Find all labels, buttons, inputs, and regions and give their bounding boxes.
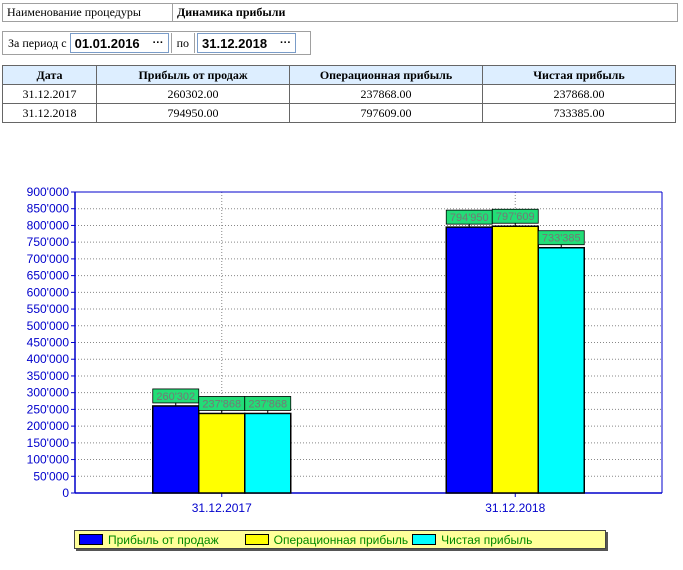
table-cell[interactable]: 794950.00 bbox=[96, 103, 290, 123]
to-date-field[interactable]: 31.12.2018 ··· bbox=[197, 33, 297, 53]
legend-label: Прибыль от продаж bbox=[108, 532, 219, 547]
legend-label: Чистая прибыль bbox=[441, 532, 533, 547]
to-date-value: 31.12.2018 bbox=[202, 35, 268, 51]
bar bbox=[152, 405, 200, 494]
period-filter: За период с 01.01.2016 ··· по 31.12.2018… bbox=[2, 31, 311, 55]
table-cell[interactable]: 797609.00 bbox=[289, 103, 483, 123]
table-row[interactable]: 31.12.2017 260302.00 237868.00 237868.00 bbox=[2, 84, 676, 104]
legend-swatch bbox=[412, 534, 437, 545]
period-to-label: по bbox=[170, 33, 196, 53]
bar bbox=[244, 412, 292, 494]
procedure-row: Наименование процедуры Динамика прибыли bbox=[2, 3, 678, 22]
data-label: 794'950 bbox=[450, 212, 489, 224]
y-tick-label: 450'000 bbox=[27, 336, 70, 350]
from-date-picker-icon[interactable]: ··· bbox=[153, 37, 164, 49]
column-header-sales-profit[interactable]: Прибыль от продаж bbox=[96, 65, 290, 85]
x-tick-label: 31.12.2018 bbox=[485, 501, 545, 515]
y-tick-label: 0 bbox=[62, 486, 69, 500]
table-cell[interactable]: 733385.00 bbox=[482, 103, 676, 123]
bar bbox=[198, 412, 246, 494]
data-label: 237'868 bbox=[248, 398, 287, 410]
y-tick-label: 750'000 bbox=[27, 235, 70, 249]
legend-label: Операционная прибыль bbox=[273, 532, 409, 547]
y-tick-label: 100'000 bbox=[27, 453, 70, 467]
data-label: 797'609 bbox=[496, 211, 535, 223]
y-tick-label: 800'000 bbox=[27, 218, 70, 232]
table-cell[interactable]: 260302.00 bbox=[96, 84, 290, 104]
legend-swatch bbox=[79, 534, 103, 545]
bar bbox=[537, 246, 585, 494]
y-tick-label: 300'000 bbox=[27, 386, 70, 400]
column-header-net-profit[interactable]: Чистая прибыль bbox=[482, 65, 676, 85]
bar bbox=[445, 226, 493, 494]
y-tick-label: 350'000 bbox=[27, 369, 70, 383]
table-cell[interactable]: 31.12.2017 bbox=[2, 84, 97, 104]
procedure-value: Динамика прибыли bbox=[177, 5, 286, 19]
table-cell[interactable]: 237868.00 bbox=[289, 84, 483, 104]
legend-item-sales-profit: Прибыль от продаж bbox=[79, 533, 219, 547]
y-tick-label: 200'000 bbox=[27, 419, 70, 433]
from-date-field[interactable]: 01.01.2016 ··· bbox=[69, 33, 169, 53]
bar bbox=[491, 225, 539, 494]
y-tick-label: 500'000 bbox=[27, 319, 70, 333]
y-tick-label: 850'000 bbox=[27, 202, 70, 216]
x-tick-label: 31.12.2017 bbox=[192, 501, 252, 515]
table-cell[interactable]: 237868.00 bbox=[482, 84, 676, 104]
to-date-picker-icon[interactable]: ··· bbox=[280, 37, 291, 49]
y-tick-label: 600'000 bbox=[27, 285, 70, 299]
column-header-operating-profit[interactable]: Операционная прибыль bbox=[289, 65, 483, 85]
y-tick-label: 250'000 bbox=[27, 402, 70, 416]
profit-table: Дата Прибыль от продаж Операционная приб… bbox=[2, 65, 676, 123]
legend-item-net-profit: Чистая прибыль bbox=[412, 533, 532, 547]
from-date-value: 01.01.2016 bbox=[74, 35, 140, 51]
y-tick-label: 650'000 bbox=[27, 269, 70, 283]
table-header-row: Дата Прибыль от продаж Операционная приб… bbox=[2, 65, 676, 85]
column-header-date[interactable]: Дата bbox=[2, 65, 97, 85]
table-cell[interactable]: 31.12.2018 bbox=[2, 103, 97, 123]
y-tick-label: 150'000 bbox=[27, 436, 70, 450]
y-tick-label: 400'000 bbox=[27, 352, 70, 366]
y-tick-label: 900'000 bbox=[27, 185, 70, 199]
data-label: 733'385 bbox=[542, 233, 581, 245]
y-tick-label: 50'000 bbox=[33, 469, 69, 483]
profit-bar-chart: 0 50'000 100'000 150'000 200'000 250'000 300'0… bbox=[27, 185, 663, 515]
procedure-label: Наименование процедуры bbox=[3, 4, 173, 21]
period-from-label: За период с bbox=[8, 35, 67, 50]
data-label: 237'868 bbox=[202, 398, 241, 410]
chart-legend: Прибыль от продаж Операционная прибыль Ч… bbox=[74, 530, 606, 549]
table-row[interactable]: 31.12.2018 794950.00 797609.00 733385.00 bbox=[2, 103, 676, 123]
y-tick-label: 700'000 bbox=[27, 252, 70, 266]
legend-swatch bbox=[244, 534, 269, 545]
y-tick-label: 550'000 bbox=[27, 302, 70, 316]
legend-item-operating-profit: Операционная прибыль bbox=[244, 532, 409, 547]
data-label: 260'302 bbox=[156, 391, 195, 403]
